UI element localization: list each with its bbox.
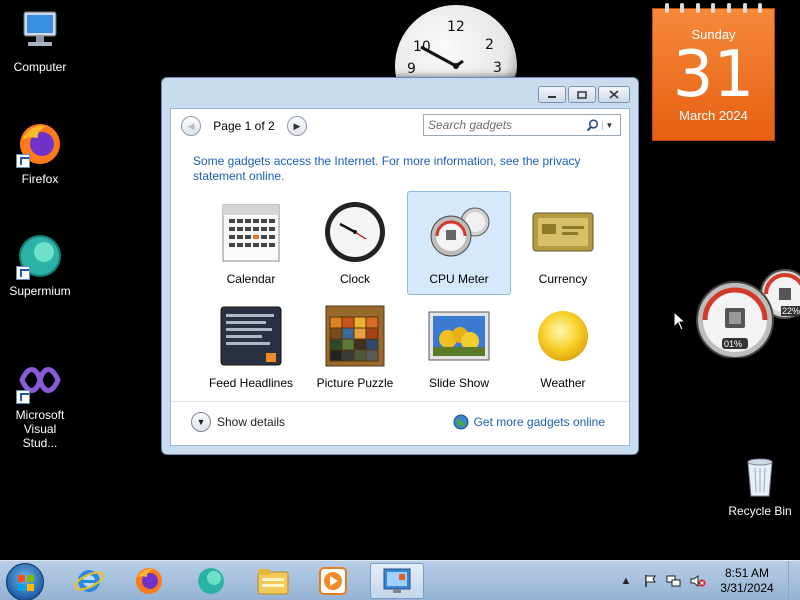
gadget-gallery-window[interactable]: ◀ Page 1 of 2 ▶ ▼ Some gadgets access th… [161, 77, 639, 455]
windows-logo-icon [18, 575, 34, 591]
shortcut-arrow-icon [16, 266, 30, 280]
firefox-icon [136, 568, 162, 594]
mouse-cursor-icon [673, 311, 687, 331]
previous-page-button[interactable]: ◀ [181, 116, 201, 136]
currency-icon [531, 200, 595, 264]
picture-puzzle-icon [323, 304, 387, 368]
gadget-tile-weather[interactable]: Weather [511, 295, 615, 399]
show-details-label: Show details [217, 415, 286, 429]
clock-icon [323, 200, 387, 264]
calendar-rings [653, 3, 774, 13]
calendar-gadget[interactable]: Sunday 31 March 2024 [652, 3, 775, 141]
ram-percent: 22% [781, 306, 800, 316]
media-player-icon [319, 567, 347, 595]
taskbar-clock[interactable]: 8:51 AM 3/31/2024 [710, 566, 784, 596]
desktop-icon-visual-studio[interactable]: Microsoft Visual Stud... [0, 356, 80, 450]
pager: ◀ Page 1 of 2 ▶ [181, 115, 307, 137]
feed-headlines-icon [219, 304, 283, 368]
taskbar-supermium[interactable] [184, 563, 238, 599]
supermium-icon [16, 232, 64, 280]
gadget-tile-feed-headlines[interactable]: Feed Headlines [199, 295, 303, 399]
desktop-icon-label: Microsoft Visual Stud... [15, 408, 65, 450]
desktop-icon-firefox[interactable]: Firefox [0, 120, 80, 186]
chevron-down-icon: ▼ [191, 412, 211, 432]
get-more-gadgets-link[interactable]: Get more gadgets online [453, 414, 605, 430]
gadget-grid: Calendar Clock CPU Meter Currency Feed H… [199, 191, 615, 399]
cpu-meter-gadget[interactable]: 01% 22% [695, 268, 800, 359]
show-details-button[interactable]: ▼ Show details [191, 412, 285, 432]
volume-muted-icon[interactable] [689, 573, 707, 589]
firefox-icon [16, 120, 64, 168]
taskbar-internet-explorer[interactable] [62, 563, 116, 599]
supermium-icon [198, 568, 224, 594]
taskbar-date: 3/31/2024 [720, 581, 774, 595]
gadget-tile-clock[interactable]: Clock [303, 191, 407, 295]
recycle-bin-icon [736, 452, 784, 500]
desktop-icon-recycle-bin[interactable]: Recycle Bin [720, 452, 800, 518]
taskbar-gadgets[interactable] [370, 563, 424, 599]
calendar-month: March 2024 [679, 108, 748, 123]
show-hidden-icons-button[interactable]: ▲ [617, 573, 635, 589]
taskbar-file-explorer[interactable] [246, 563, 300, 599]
desktop-icon-label: Supermium [9, 284, 71, 298]
taskbar-firefox[interactable] [122, 563, 176, 599]
search-input[interactable] [428, 118, 586, 132]
gadget-name: CPU Meter [429, 272, 489, 286]
gadget-name: Weather [540, 376, 586, 390]
visual-studio-icon [16, 356, 64, 404]
page-label: Page 1 of 2 [213, 119, 275, 133]
computer-icon [16, 8, 64, 56]
gadget-name: Calendar [226, 272, 276, 286]
weather-icon [531, 304, 595, 368]
network-icon[interactable] [665, 573, 683, 589]
gadget-tile-cpu-meter[interactable]: CPU Meter [407, 191, 511, 295]
calendar-icon [219, 200, 283, 264]
gadget-name: Clock [339, 272, 370, 286]
slide-show-icon [427, 304, 491, 368]
shortcut-arrow-icon [16, 154, 30, 168]
gadget-tile-calendar[interactable]: Calendar [199, 191, 303, 295]
cpu-percent: 01% [724, 339, 743, 349]
show-desktop-button[interactable] [788, 561, 800, 600]
internet-explorer-icon [74, 570, 104, 592]
privacy-notice-link[interactable]: Some gadgets access the Internet. For mo… [193, 154, 593, 184]
gadget-tile-currency[interactable]: Currency [511, 191, 615, 295]
taskbar: ▲ 8:51 AM 3/31/2024 [0, 560, 800, 600]
search-icon[interactable] [586, 118, 602, 132]
action-center-flag-icon[interactable] [641, 573, 659, 589]
desktop-icon-supermium[interactable]: Supermium [0, 232, 80, 298]
desktop-icon-label: Recycle Bin [728, 504, 792, 518]
gadget-name: Picture Puzzle [316, 376, 394, 390]
file-explorer-icon [257, 569, 289, 595]
gadget-name: Currency [538, 272, 588, 286]
calendar-date: 31 [672, 38, 755, 112]
shortcut-arrow-icon [16, 390, 30, 404]
gadgets-icon [383, 568, 411, 593]
cpu-meter-icon [427, 200, 491, 264]
desktop-icon-computer[interactable]: Computer [0, 8, 80, 74]
window-controls [538, 86, 630, 103]
system-tray: ▲ 8:51 AM 3/31/2024 [614, 561, 800, 600]
close-button[interactable] [598, 86, 630, 103]
gadget-gallery-content: ◀ Page 1 of 2 ▶ ▼ Some gadgets access th… [170, 108, 630, 446]
gadget-tile-picture-puzzle[interactable]: Picture Puzzle [303, 295, 407, 399]
taskbar-time: 8:51 AM [724, 566, 770, 580]
window-footer: ▼ Show details Get more gadgets online [171, 401, 629, 445]
get-more-gadgets-label: Get more gadgets online [473, 415, 605, 429]
taskbar-media-player[interactable] [306, 563, 360, 599]
search-box: ▼ [423, 114, 621, 136]
gadget-tile-slide-show[interactable]: Slide Show [407, 295, 511, 399]
globe-icon [453, 414, 469, 430]
next-page-button[interactable]: ▶ [287, 116, 307, 136]
start-button[interactable] [6, 563, 44, 600]
minimize-button[interactable] [538, 86, 566, 103]
desktop-icon-label: Firefox [21, 172, 59, 186]
search-dropdown-button[interactable]: ▼ [602, 120, 616, 130]
desktop-icon-label: Computer [13, 60, 67, 74]
gadget-name: Feed Headlines [208, 376, 294, 390]
gadget-name: Slide Show [428, 376, 490, 390]
restore-button[interactable] [568, 86, 596, 103]
